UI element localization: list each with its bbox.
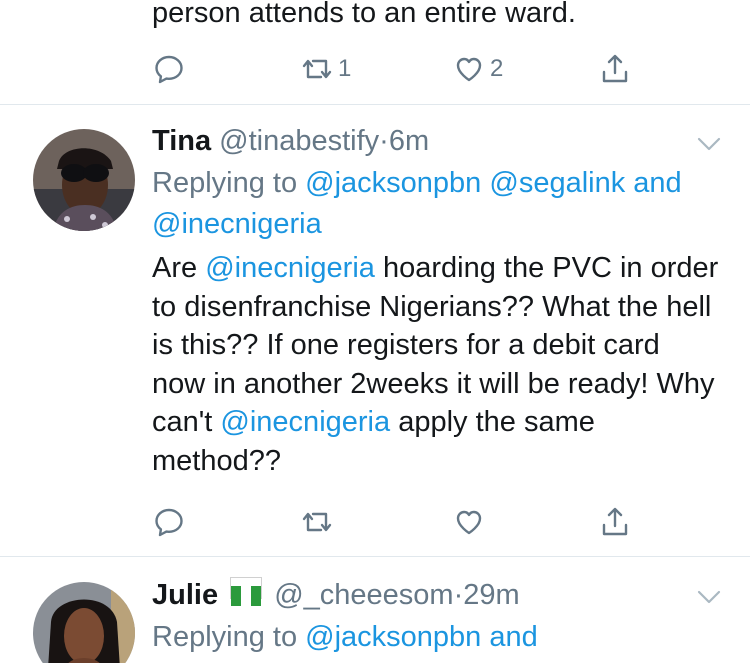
reply-mention[interactable]: @jacksonpbn [305,621,481,653]
reply-icon [155,55,183,84]
separator-dot: · [453,579,464,611]
author-handle[interactable]: @_cheeesom [274,579,453,611]
avatar-julie[interactable] [33,582,135,663]
share-icon [602,507,628,536]
nigeria-flag-icon [230,577,263,606]
like-count: 2 [490,55,504,82]
retweet-button[interactable]: 1 [300,49,351,89]
replying-prefix: Replying to [152,621,298,653]
reply-button[interactable] [152,49,186,89]
retweet-icon [302,512,332,532]
tweet[interactable]: Tina @tinabestify·6m Replying to @jackso… [0,105,750,557]
reply-and: and [633,167,682,199]
retweet-icon [302,59,332,79]
author-name[interactable]: Tina [152,125,211,157]
retweet-count: 1 [338,55,352,82]
tweet-text: Are @inecnigeria hoarding the PVC in ord… [152,249,720,480]
retweet-button[interactable] [300,502,334,542]
reply-icon [155,508,183,537]
like-icon [456,57,482,82]
replying-to: Replying to @jacksonpbn and [152,617,720,658]
author-name[interactable]: Julie [152,579,218,611]
like-icon [456,510,482,535]
tweet-actions: 1 2 [152,49,652,89]
tweet[interactable]: Julie @_cheeesom·29m Replying to @jackso… [0,558,750,663]
tweet-mention[interactable]: @inecnigeria [220,406,390,438]
replying-prefix: Replying to [152,167,298,199]
tweet-time[interactable]: 29m [463,579,519,611]
tweet-previous[interactable]: person attends to an entire ward. 1 2 [0,0,750,105]
tweet-header: Julie @_cheeesom·29m [152,576,720,614]
share-icon [602,54,628,83]
author-handle[interactable]: @tinabestify [219,125,379,157]
replying-to: Replying to @jacksonpbn @segalink and @i… [152,163,720,245]
reply-and: and [489,621,538,653]
share-button[interactable] [598,49,632,89]
like-button[interactable] [452,502,486,542]
reply-mention[interactable]: @segalink [489,167,625,199]
tweet-text-part: Are [152,252,198,284]
tweet-mention[interactable]: @inecnigeria [205,252,375,284]
tweet-actions [152,502,652,542]
tweet-text-tail: person attends to an entire ward. [152,0,576,29]
tweet-time[interactable]: 6m [389,125,429,157]
tweet-text: person attends to an entire ward. [152,0,720,33]
reply-button[interactable] [152,502,186,542]
share-button[interactable] [598,502,632,542]
tweet-header: Tina @tinabestify·6m [152,122,720,160]
avatar-tina[interactable] [33,129,135,231]
separator-dot: · [379,125,389,157]
reply-mention[interactable]: @inecnigeria [152,208,322,240]
like-button[interactable]: 2 [452,49,503,89]
reply-mention[interactable]: @jacksonpbn [305,167,481,199]
